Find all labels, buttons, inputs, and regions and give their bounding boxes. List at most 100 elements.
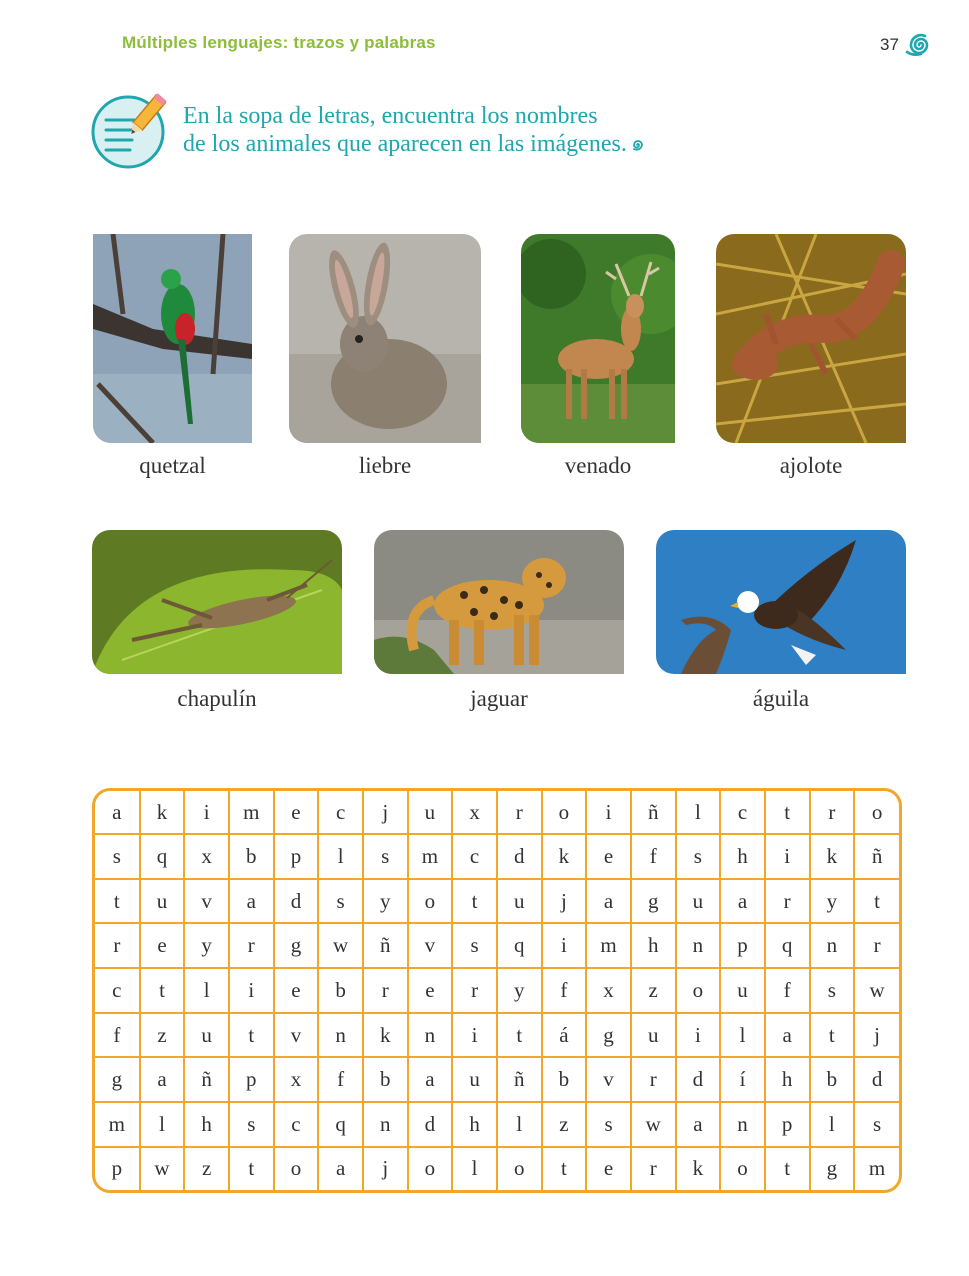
letter-cell[interactable]: i xyxy=(183,791,230,836)
letter-cell[interactable]: a xyxy=(227,877,275,925)
letter-cell[interactable]: x xyxy=(585,967,632,1014)
letter-cell[interactable]: u xyxy=(451,1056,498,1104)
letter-cell[interactable]: p xyxy=(227,1056,275,1104)
letter-cell[interactable]: u xyxy=(406,791,454,836)
letter-cell[interactable]: r xyxy=(629,1145,677,1190)
letter-cell[interactable]: a xyxy=(585,877,632,925)
letter-cell[interactable]: d xyxy=(495,833,543,880)
letter-cell[interactable]: r xyxy=(451,967,498,1014)
letter-cell[interactable]: i xyxy=(540,922,588,970)
letter-cell[interactable]: y xyxy=(495,967,543,1014)
letter-cell[interactable]: r xyxy=(808,791,856,836)
letter-cell[interactable]: o xyxy=(406,877,454,925)
letter-cell[interactable]: p xyxy=(272,833,320,880)
letter-cell[interactable]: q xyxy=(763,922,811,970)
letter-cell[interactable]: f xyxy=(540,967,588,1014)
letter-cell[interactable]: r xyxy=(361,967,409,1014)
letter-cell[interactable]: n xyxy=(808,922,856,970)
letter-cell[interactable]: s xyxy=(853,1101,899,1148)
letter-cell[interactable]: l xyxy=(808,1101,856,1148)
letter-cell[interactable]: g xyxy=(629,877,677,925)
letter-cell[interactable]: u xyxy=(674,877,722,925)
letter-cell[interactable]: á xyxy=(540,1011,588,1059)
letter-cell[interactable]: n xyxy=(406,1011,454,1059)
letter-cell[interactable]: b xyxy=(317,967,364,1014)
letter-cell[interactable]: v xyxy=(585,1056,632,1104)
letter-cell[interactable]: y xyxy=(183,922,230,970)
letter-cell[interactable]: t xyxy=(808,1011,856,1059)
letter-cell[interactable]: k xyxy=(808,833,856,880)
letter-cell[interactable]: a xyxy=(674,1101,722,1148)
letter-cell[interactable]: e xyxy=(585,833,632,880)
letter-cell[interactable]: u xyxy=(138,877,186,925)
letter-cell[interactable]: c xyxy=(451,833,498,880)
letter-cell[interactable]: u xyxy=(719,967,766,1014)
letter-cell[interactable]: i xyxy=(585,791,632,836)
letter-cell[interactable]: ñ xyxy=(495,1056,543,1104)
letter-cell[interactable]: o xyxy=(540,791,588,836)
letter-cell[interactable]: d xyxy=(272,877,320,925)
letter-cell[interactable]: r xyxy=(853,922,899,970)
letter-cell[interactable]: n xyxy=(317,1011,364,1059)
letter-cell[interactable]: s xyxy=(317,877,364,925)
letter-cell[interactable]: e xyxy=(585,1145,632,1190)
letter-cell[interactable]: t xyxy=(540,1145,588,1190)
letter-cell[interactable]: b xyxy=(540,1056,588,1104)
letter-cell[interactable]: q xyxy=(495,922,543,970)
letter-cell[interactable]: h xyxy=(719,833,766,880)
letter-cell[interactable]: e xyxy=(272,791,320,836)
letter-cell[interactable]: k xyxy=(540,833,588,880)
letter-cell[interactable]: p xyxy=(719,922,766,970)
letter-cell[interactable]: f xyxy=(95,1011,141,1059)
letter-cell[interactable]: m xyxy=(585,922,632,970)
letter-cell[interactable]: b xyxy=(808,1056,856,1104)
letter-cell[interactable]: n xyxy=(719,1101,766,1148)
letter-cell[interactable]: l xyxy=(495,1101,543,1148)
letter-cell[interactable]: v xyxy=(272,1011,320,1059)
letter-cell[interactable]: r xyxy=(227,922,275,970)
letter-cell[interactable]: g xyxy=(95,1056,141,1104)
letter-cell[interactable]: f xyxy=(317,1056,364,1104)
letter-cell[interactable]: u xyxy=(629,1011,677,1059)
letter-cell[interactable]: j xyxy=(540,877,588,925)
letter-cell[interactable]: j xyxy=(361,1145,409,1190)
letter-cell[interactable]: t xyxy=(763,1145,811,1190)
letter-cell[interactable]: z xyxy=(138,1011,186,1059)
letter-cell[interactable]: c xyxy=(95,967,141,1014)
letter-cell[interactable]: c xyxy=(317,791,364,836)
letter-cell[interactable]: s xyxy=(227,1101,275,1148)
letter-cell[interactable]: a xyxy=(763,1011,811,1059)
letter-cell[interactable]: t xyxy=(763,791,811,836)
letter-cell[interactable]: c xyxy=(272,1101,320,1148)
letter-cell[interactable]: e xyxy=(272,967,320,1014)
letter-cell[interactable]: x xyxy=(272,1056,320,1104)
letter-cell[interactable]: s xyxy=(808,967,856,1014)
letter-cell[interactable]: i xyxy=(763,833,811,880)
letter-cell[interactable]: s xyxy=(361,833,409,880)
letter-cell[interactable]: o xyxy=(406,1145,454,1190)
letter-cell[interactable]: l xyxy=(451,1145,498,1190)
letter-cell[interactable]: r xyxy=(95,922,141,970)
letter-cell[interactable]: t xyxy=(95,877,141,925)
letter-cell[interactable]: a xyxy=(317,1145,364,1190)
letter-cell[interactable]: s xyxy=(451,922,498,970)
letter-cell[interactable]: m xyxy=(853,1145,899,1190)
letter-cell[interactable]: n xyxy=(674,922,722,970)
letter-cell[interactable]: d xyxy=(406,1101,454,1148)
letter-cell[interactable]: h xyxy=(763,1056,811,1104)
letter-cell[interactable]: v xyxy=(406,922,454,970)
letter-cell[interactable]: o xyxy=(719,1145,766,1190)
letter-cell[interactable]: q xyxy=(138,833,186,880)
letter-cell[interactable]: b xyxy=(227,833,275,880)
letter-cell[interactable]: o xyxy=(272,1145,320,1190)
letter-cell[interactable]: s xyxy=(585,1101,632,1148)
letter-cell[interactable]: s xyxy=(674,833,722,880)
letter-cell[interactable]: o xyxy=(674,967,722,1014)
letter-cell[interactable]: w xyxy=(138,1145,186,1190)
letter-cell[interactable]: t xyxy=(227,1145,275,1190)
letter-cell[interactable]: u xyxy=(183,1011,230,1059)
letter-cell[interactable]: x xyxy=(183,833,230,880)
letter-cell[interactable]: q xyxy=(317,1101,364,1148)
letter-cell[interactable]: d xyxy=(674,1056,722,1104)
letter-cell[interactable]: f xyxy=(629,833,677,880)
